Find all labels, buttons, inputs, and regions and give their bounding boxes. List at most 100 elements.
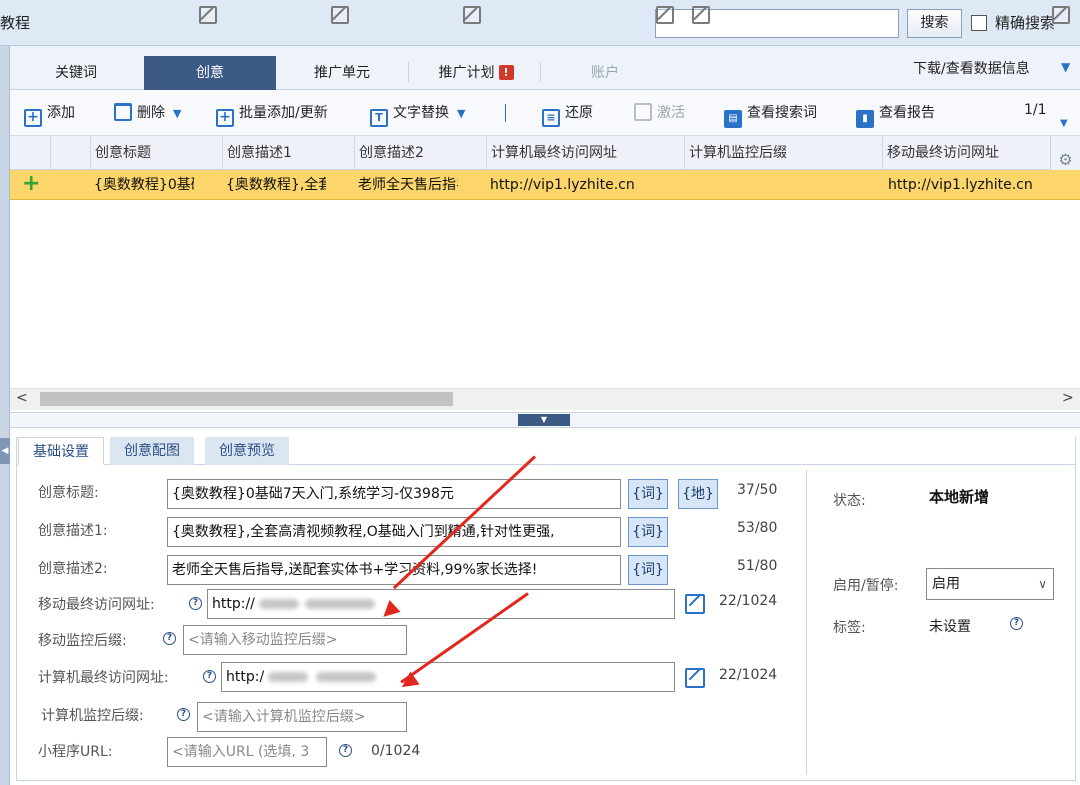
cell-pc-url[interactable]: http://vip1.lyzhite.cn bbox=[486, 170, 652, 200]
exact-search-label: 精确搜索 bbox=[995, 14, 1056, 32]
trash-icon bbox=[114, 103, 132, 121]
tab-creative-preview[interactable]: 创意预览 bbox=[205, 437, 289, 465]
tab-keywords[interactable]: 关键词 bbox=[34, 56, 118, 90]
help-icon[interactable]: ? bbox=[177, 708, 190, 721]
view-report-button[interactable]: ▮ 查看报告 bbox=[856, 102, 935, 128]
page-indicator: 1/1 bbox=[1024, 102, 1047, 118]
text-replace-icon: T bbox=[370, 109, 388, 127]
title-field[interactable]: {奥数教程}0基础7天入门,系统学习-仅398元 bbox=[167, 479, 621, 509]
add-label: 添加 bbox=[47, 105, 75, 121]
warning-icon: ! bbox=[498, 65, 514, 80]
batch-add-icon: + bbox=[216, 109, 234, 127]
scroll-left-icon[interactable]: < bbox=[16, 390, 28, 406]
cell-desc2[interactable]: 老师全天售后指导,送配套实体书+学习资料,99%家长选择! bbox=[354, 170, 458, 200]
scrollbar-thumb[interactable] bbox=[40, 392, 453, 406]
add-row-icon[interactable]: + bbox=[22, 173, 40, 195]
tab-campaign[interactable]: 推广计划! bbox=[420, 56, 532, 90]
mini-url-counter: 0/1024 bbox=[371, 743, 421, 759]
activate-button[interactable]: 激活 bbox=[634, 102, 685, 122]
view-report-label: 查看报告 bbox=[879, 105, 935, 121]
edit-icon[interactable] bbox=[199, 6, 217, 24]
insert-word-button[interactable]: {词} bbox=[628, 517, 668, 547]
insert-word-button[interactable]: {词} bbox=[628, 479, 668, 509]
mobile-url-value: http:// bbox=[212, 596, 255, 612]
batch-add-button[interactable]: + 批量添加/更新 bbox=[216, 102, 328, 127]
window-title: 教程 bbox=[0, 14, 31, 32]
tag-value: 未设置 bbox=[929, 619, 971, 635]
desc2-field[interactable]: 老师全天售后指导,送配套实体书+学习资料,99%家长选择! bbox=[167, 555, 621, 585]
text-replace-label: 文字替换 bbox=[393, 105, 449, 121]
chevron-down-icon[interactable]: ▼ bbox=[173, 107, 181, 120]
scroll-right-icon[interactable]: > bbox=[1062, 390, 1074, 406]
help-icon[interactable]: ? bbox=[189, 597, 202, 610]
activate-icon bbox=[634, 103, 652, 121]
tab-ad-group[interactable]: 推广单元 bbox=[290, 56, 394, 90]
exact-search-checkbox[interactable] bbox=[971, 15, 987, 31]
redacted-text bbox=[258, 599, 299, 609]
tab-basic-settings[interactable]: 基础设置 bbox=[18, 437, 104, 465]
restore-button[interactable]: ≡ 还原 bbox=[542, 102, 593, 127]
insert-region-button[interactable]: {地} bbox=[678, 479, 718, 509]
tab-creative[interactable]: 创意 bbox=[144, 56, 276, 90]
pc-url-field[interactable]: http:/ bbox=[221, 662, 675, 692]
column-header-desc1[interactable]: 创意描述1 bbox=[222, 136, 354, 170]
mobile-suffix-field[interactable]: <请输入移动监控后缀> bbox=[183, 625, 407, 655]
label-desc2: 创意描述2: bbox=[38, 561, 108, 577]
status-value: 本地新增 bbox=[929, 488, 990, 506]
mobile-url-field[interactable]: http:// bbox=[207, 589, 675, 619]
cell-desc1[interactable]: {奥数教程},全套高清视频教程,O基础入门到精通,针对性更强, bbox=[222, 170, 326, 200]
tab-separator bbox=[408, 62, 409, 82]
redacted-text bbox=[316, 672, 377, 682]
pc-url-value: http:/ bbox=[226, 669, 265, 685]
mobile-url-counter: 22/1024 bbox=[719, 593, 778, 609]
delete-button[interactable]: 删除 ▼ bbox=[114, 102, 181, 122]
add-button[interactable]: + 添加 bbox=[24, 102, 75, 127]
external-link-icon[interactable] bbox=[685, 668, 705, 688]
edit-icon[interactable] bbox=[1052, 6, 1070, 24]
restore-icon: ≡ bbox=[542, 109, 560, 127]
tab-creative-image[interactable]: 创意配图 bbox=[110, 437, 194, 465]
label-mini-url: 小程序URL: bbox=[38, 744, 113, 760]
chevron-down-icon: ∨ bbox=[1038, 577, 1047, 591]
cell-mobile-url[interactable]: http://vip1.lyzhite.cn bbox=[884, 170, 1044, 200]
download-data-link[interactable]: 下载/查看数据信息 bbox=[913, 58, 1030, 78]
insert-word-button[interactable]: {词} bbox=[628, 555, 668, 585]
help-icon[interactable]: ? bbox=[163, 632, 176, 645]
label-mobile-url: 移动最终访问网址: bbox=[38, 597, 155, 613]
collapse-down-icon[interactable]: ▼ bbox=[518, 414, 570, 426]
edit-icon[interactable] bbox=[463, 6, 481, 24]
chevron-down-icon[interactable]: ▼ bbox=[457, 107, 465, 120]
redacted-text bbox=[268, 672, 309, 682]
edit-icon[interactable] bbox=[692, 6, 710, 24]
cell-title[interactable]: {奥数教程}0基础7天入门,系统学习-仅398元 bbox=[90, 170, 194, 200]
enable-select[interactable]: 启用 ∨ bbox=[926, 568, 1054, 600]
text-replace-button[interactable]: T 文字替换 ▼ bbox=[370, 102, 465, 127]
enable-label: 启用/暂停: bbox=[833, 578, 899, 594]
mini-url-field[interactable]: <请输入URL (选填, 3 bbox=[167, 737, 327, 767]
view-search-terms-button[interactable]: ▤ 查看搜索词 bbox=[724, 102, 817, 128]
chevron-down-icon[interactable]: ▼ bbox=[1061, 60, 1070, 74]
column-header-pc-url[interactable]: 计算机最终访问网址 bbox=[486, 136, 684, 170]
pc-suffix-field[interactable]: <请输入计算机监控后缀> bbox=[197, 702, 407, 732]
tag-label: 标签: bbox=[833, 620, 866, 636]
column-header-desc2[interactable]: 创意描述2 bbox=[354, 136, 486, 170]
help-icon[interactable]: ? bbox=[1010, 617, 1023, 630]
label-mobile-suffix: 移动监控后缀: bbox=[38, 633, 127, 649]
help-icon[interactable]: ? bbox=[339, 744, 352, 757]
chevron-down-icon[interactable]: ▼ bbox=[1060, 118, 1068, 129]
column-header-pc-suffix[interactable]: 计算机监控后缀 bbox=[684, 136, 882, 170]
help-icon[interactable]: ? bbox=[203, 670, 216, 683]
delete-label: 删除 bbox=[137, 105, 165, 121]
column-header-title[interactable]: 创意标题 bbox=[90, 136, 222, 170]
cell-pc-suffix[interactable] bbox=[684, 170, 688, 200]
tab-account[interactable]: 账户 bbox=[560, 56, 650, 90]
collapse-left-icon[interactable]: ◀ bbox=[0, 438, 10, 464]
edit-icon[interactable] bbox=[656, 6, 674, 24]
tab-separator bbox=[540, 62, 541, 82]
search-button[interactable]: 搜索 bbox=[907, 9, 962, 38]
edit-icon[interactable] bbox=[331, 6, 349, 24]
external-link-icon[interactable] bbox=[685, 594, 705, 614]
title-counter: 37/50 bbox=[737, 482, 778, 498]
desc1-field[interactable]: {奥数教程},全套高清视频教程,O基础入门到精通,针对性更强, bbox=[167, 517, 621, 547]
column-header-mobile-url[interactable]: 移动最终访问网址 bbox=[882, 136, 1050, 170]
